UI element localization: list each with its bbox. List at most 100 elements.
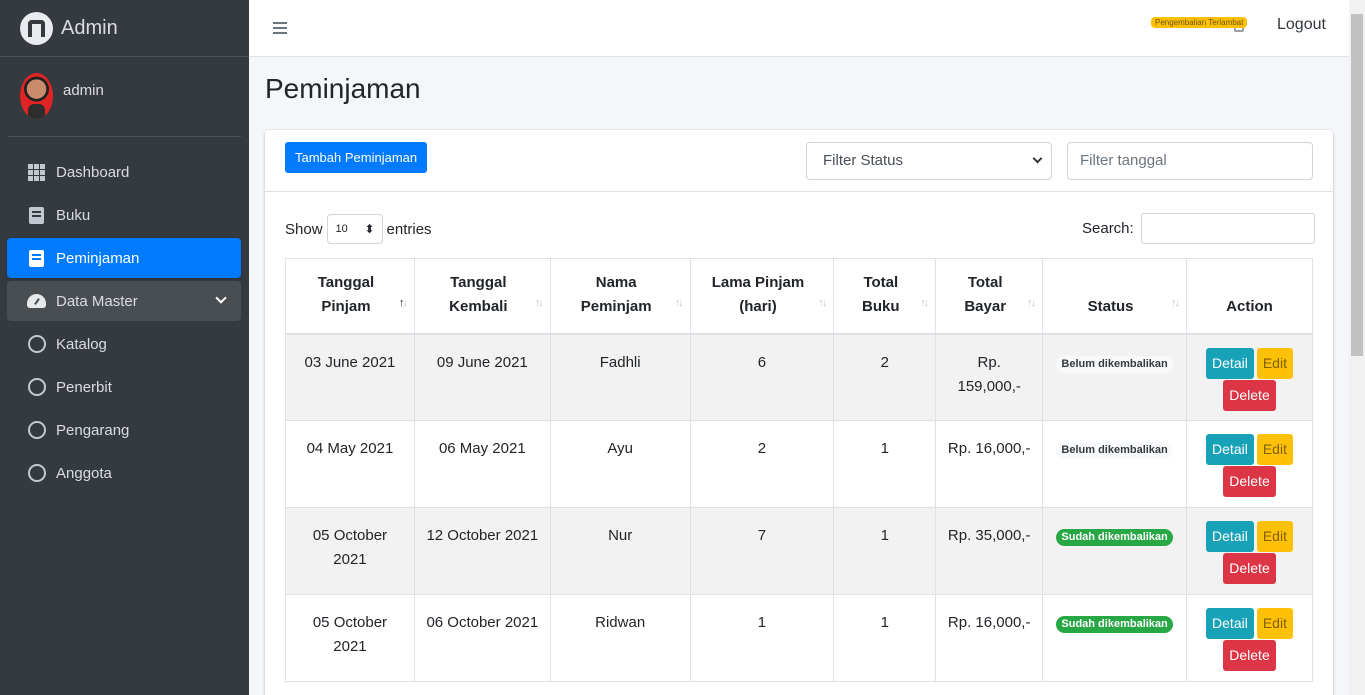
- column-header-nama-peminjam[interactable]: Nama Peminjam ↑↓: [549, 258, 691, 335]
- cell-nama-peminjam: Nur: [549, 507, 691, 595]
- datatable-search: Search:: [1082, 213, 1315, 244]
- table-header-row: Tanggal Pinjam ↑↓ Tanggal Kembali ↑↓ Nama Pem…: [285, 258, 1313, 335]
- column-header-total-buku[interactable]: Total Buku ↑↓: [833, 258, 937, 335]
- cell-lama-pinjam: 7: [689, 507, 835, 595]
- column-header-lama-pinjam[interactable]: Lama Pinjam (hari) ↑↓: [689, 258, 835, 335]
- delete-button[interactable]: Delete: [1223, 379, 1276, 411]
- column-header-tanggal-kembali[interactable]: Tanggal Kembali ↑↓: [413, 258, 551, 335]
- user-name[interactable]: admin: [63, 82, 104, 99]
- circle-icon: [27, 335, 46, 354]
- page-title: Peminjaman: [265, 73, 421, 104]
- sidebar-item-penerbit[interactable]: Penerbit: [7, 367, 241, 407]
- cell-status: Belum dikembalikan: [1042, 333, 1187, 421]
- cell-tanggal-kembali: 06 May 2021: [413, 420, 551, 508]
- sort-icon: ↑↓: [1171, 296, 1180, 309]
- cell-total-bayar: Rp. 159,000,-: [935, 333, 1044, 421]
- brand-logo-icon: [20, 11, 53, 45]
- table-row: 05 October 2021 12 October 2021 Nur 7 1 …: [285, 507, 1313, 595]
- card-header: Tambah Peminjaman Filter Status Filter t…: [265, 130, 1333, 192]
- table-row: 04 May 2021 06 May 2021 Ayu 2 1 Rp. 16,0…: [285, 420, 1313, 508]
- cell-status: Sudah dikembalikan: [1042, 507, 1187, 595]
- scrollbar[interactable]: [1349, 0, 1365, 695]
- sidebar-item-data-master[interactable]: Data Master: [7, 281, 241, 321]
- brand-name: Admin: [61, 16, 118, 39]
- cell-action: Detail Edit Delete: [1186, 420, 1313, 508]
- search-input[interactable]: [1140, 213, 1315, 244]
- cell-total-bayar: Rp. 16,000,-: [935, 594, 1044, 682]
- cell-total-bayar: Rp. 35,000,-: [935, 507, 1044, 595]
- cell-nama-peminjam: Ayu: [549, 420, 691, 508]
- add-peminjaman-button[interactable]: Tambah Peminjaman: [285, 142, 428, 173]
- sidebar-item-pengarang[interactable]: Pengarang: [7, 410, 241, 450]
- entries-label: entries: [386, 220, 432, 238]
- show-label: Show: [285, 220, 323, 238]
- cell-lama-pinjam: 2: [689, 420, 835, 508]
- cell-action: Detail Edit Delete: [1186, 507, 1313, 595]
- delete-button[interactable]: Delete: [1223, 640, 1276, 671]
- edit-button[interactable]: Edit: [1256, 347, 1293, 379]
- topbar: Pengembalian Terlambat Logout: [249, 0, 1349, 57]
- column-header-tanggal-pinjam[interactable]: Tanggal Pinjam ↑↓: [285, 258, 415, 335]
- peminjaman-table: Tanggal Pinjam ↑↓ Tanggal Kembali ↑↓ Nama Pem…: [285, 258, 1313, 682]
- circle-icon: [27, 378, 46, 397]
- edit-button[interactable]: Edit: [1256, 608, 1293, 639]
- chevron-down-icon: [215, 292, 227, 304]
- peminjaman-card: Tambah Peminjaman Filter Status Filter t…: [265, 130, 1333, 695]
- detail-button[interactable]: Detail: [1206, 608, 1254, 639]
- sort-icon: ↑↓: [674, 296, 684, 309]
- cell-tanggal-pinjam: 04 May 2021: [285, 420, 415, 508]
- status-badge: Sudah dikembalikan: [1056, 529, 1173, 546]
- delete-button[interactable]: Delete: [1223, 553, 1276, 584]
- detail-button[interactable]: Detail: [1206, 521, 1254, 552]
- sidebar-item-dashboard[interactable]: Dashboard: [7, 152, 241, 192]
- cell-tanggal-kembali: 09 June 2021: [413, 333, 551, 421]
- sidebar-item-label: Penerbit: [56, 378, 112, 396]
- detail-button[interactable]: Detail: [1206, 347, 1254, 379]
- cell-nama-peminjam: Fadhli: [549, 333, 691, 421]
- edit-button[interactable]: Edit: [1256, 521, 1293, 552]
- sidebar-item-label: Data Master: [56, 292, 138, 310]
- sort-asc-icon: ↑↓: [398, 296, 408, 309]
- circle-icon: [27, 421, 46, 440]
- scrollbar-thumb[interactable]: [1351, 14, 1363, 356]
- filter-status-select[interactable]: Filter Status: [806, 142, 1052, 180]
- sidebar-item-peminjaman[interactable]: Peminjaman: [7, 238, 241, 278]
- edit-button[interactable]: Edit: [1256, 434, 1293, 465]
- sidebar-item-label: Pengarang: [56, 421, 130, 439]
- cell-tanggal-pinjam: 05 October 2021: [285, 507, 415, 595]
- logout-link[interactable]: Logout: [1277, 16, 1326, 34]
- cell-nama-peminjam: Ridwan: [549, 594, 691, 682]
- delete-button[interactable]: Delete: [1223, 466, 1276, 497]
- hamburger-menu-icon[interactable]: [273, 22, 287, 34]
- sort-icon: ↑↓: [534, 296, 544, 309]
- column-header-total-bayar[interactable]: Total Bayar ↑↓: [935, 258, 1044, 335]
- cell-total-buku: 1: [833, 420, 937, 508]
- sidebar-item-katalog[interactable]: Katalog: [7, 324, 241, 364]
- cell-total-bayar: Rp. 16,000,-: [935, 420, 1044, 508]
- sort-icon: ↑↓: [1027, 296, 1036, 309]
- cell-status: Belum dikembalikan: [1042, 420, 1187, 508]
- user-panel: admin: [8, 57, 241, 137]
- sidebar-item-anggota[interactable]: Anggota: [7, 453, 241, 493]
- cell-action: Detail Edit Delete: [1186, 333, 1313, 421]
- brand[interactable]: Admin: [0, 0, 249, 57]
- sidebar-item-buku[interactable]: Buku: [7, 195, 241, 235]
- sort-icon: ↑↓: [920, 296, 929, 309]
- status-badge: Belum dikembalikan: [1056, 442, 1173, 459]
- search-label: Search:: [1082, 220, 1134, 237]
- avatar: [20, 73, 53, 119]
- detail-button[interactable]: Detail: [1206, 434, 1254, 465]
- cell-total-buku: 1: [833, 507, 937, 595]
- status-badge: Belum dikembalikan: [1056, 355, 1173, 373]
- column-header-status[interactable]: Status ↑↓: [1042, 258, 1187, 335]
- filter-status-value: Filter Status: [823, 152, 904, 169]
- cell-tanggal-pinjam: 03 June 2021: [285, 333, 415, 421]
- column-header-action: Action: [1186, 258, 1313, 335]
- notification[interactable]: Pengembalian Terlambat: [1151, 17, 1256, 35]
- notification-badge: Pengembalian Terlambat: [1151, 17, 1248, 28]
- sidebar: Admin admin Dashboard Buku Peminjaman Da…: [0, 0, 249, 695]
- book-icon: [27, 206, 46, 225]
- entries-select[interactable]: 10: [326, 214, 383, 244]
- filter-date-input[interactable]: Filter tanggal: [1067, 142, 1313, 180]
- cell-total-buku: 2: [833, 333, 937, 421]
